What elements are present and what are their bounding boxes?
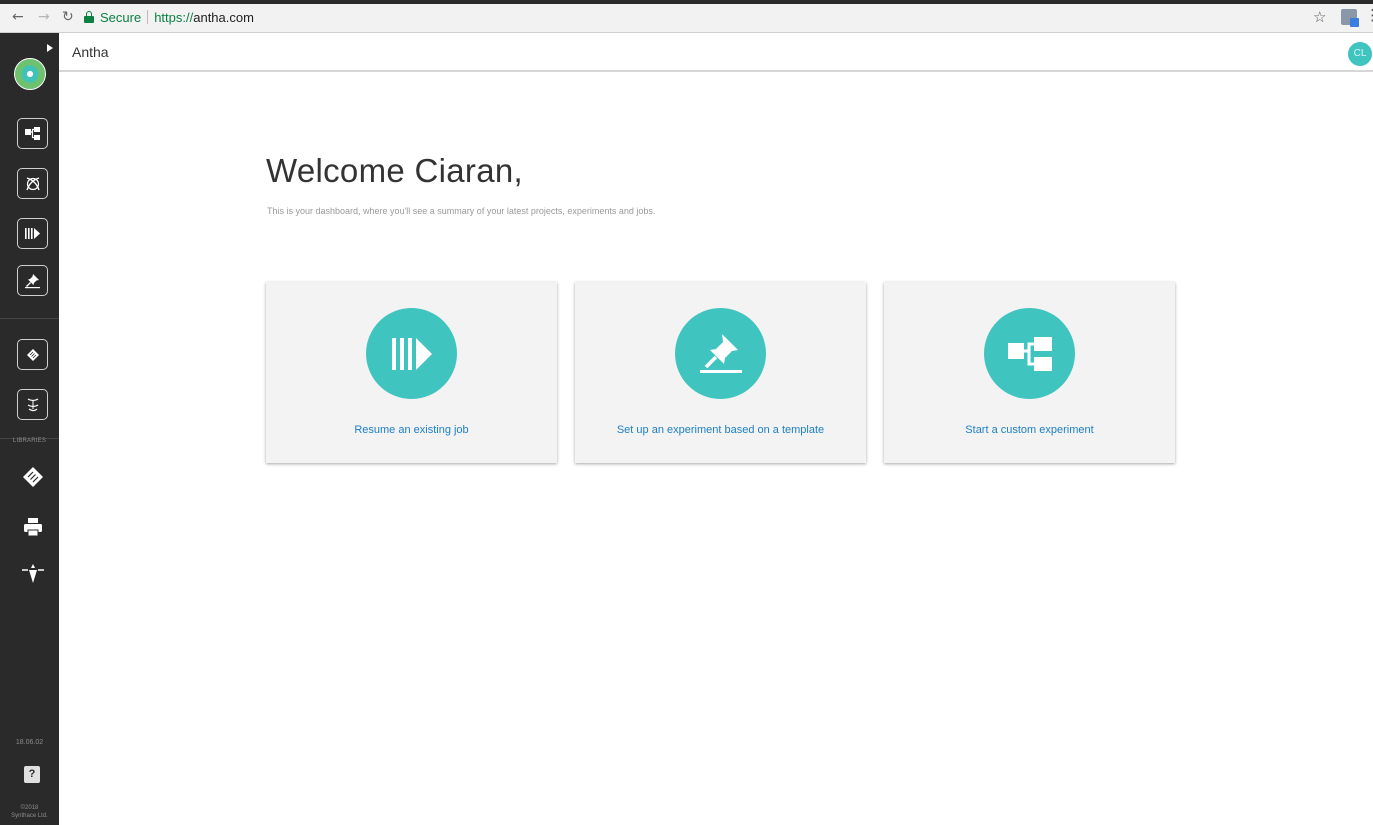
card-icon-circle xyxy=(366,308,457,399)
expand-sidebar-icon[interactable] xyxy=(47,44,53,52)
url-scheme: https:// xyxy=(154,9,194,25)
card-label[interactable]: Resume an existing job xyxy=(266,424,557,436)
plate-library-icon xyxy=(22,466,43,487)
card-icon-circle xyxy=(984,308,1075,399)
copyright: ©2018 Synthace Ltd. xyxy=(0,804,59,820)
card-label[interactable]: Start a custom experiment xyxy=(884,424,1175,436)
welcome-heading: Welcome Ciaran, xyxy=(266,152,523,189)
sidebar-divider xyxy=(0,318,59,319)
sidebar-item-templates[interactable] xyxy=(17,265,48,296)
sidebar-item-plates[interactable] xyxy=(17,339,48,370)
plate-icon xyxy=(26,348,39,361)
browser-menu-icon[interactable]: ⋮ xyxy=(1365,8,1373,23)
pipette-library-icon xyxy=(21,563,44,583)
job-icon xyxy=(25,228,40,239)
lock-icon xyxy=(83,10,95,24)
workflow-icon xyxy=(25,127,40,140)
reload-icon[interactable]: ↻ xyxy=(62,9,74,25)
libraries-section-label: LIBRARIES xyxy=(12,438,47,444)
sidebar-item-plate-library[interactable] xyxy=(17,461,48,492)
user-avatar[interactable]: CL xyxy=(1348,42,1372,66)
omnibox-separator xyxy=(147,10,149,24)
window-top-strip xyxy=(0,0,1373,4)
liquid-icon xyxy=(27,397,38,411)
job-icon xyxy=(391,337,432,370)
back-icon[interactable]: ← xyxy=(12,9,24,25)
app-header: Antha CL xyxy=(59,33,1373,72)
extension-icon[interactable] xyxy=(1341,9,1359,27)
sidebar-item-liquids[interactable] xyxy=(17,389,48,420)
dashboard-subtitle: This is your dashboard, where you'll see… xyxy=(267,206,656,216)
app-title: Antha xyxy=(72,44,109,60)
sidebar: LIBRARIES 18.06.02 ? ©2018 Synthace Ltd. xyxy=(0,33,59,825)
url-host: antha.com xyxy=(193,9,254,25)
app-version: 18.06.02 xyxy=(15,739,44,746)
antha-logo[interactable] xyxy=(14,58,46,90)
card-label[interactable]: Set up an experiment based on a template xyxy=(575,424,866,436)
card-icon-circle xyxy=(675,308,766,399)
address-bar[interactable]: Secure https:// antha.com xyxy=(83,8,254,26)
bookmark-star-icon[interactable]: ☆ xyxy=(1313,8,1326,26)
secure-label: Secure xyxy=(100,9,142,25)
copyright-year: ©2018 xyxy=(20,805,39,811)
device-library-icon xyxy=(23,517,42,536)
sidebar-item-pipette-library[interactable] xyxy=(17,558,48,589)
sidebar-item-jobs[interactable] xyxy=(17,218,48,249)
template-pin-icon xyxy=(25,274,40,289)
browser-toolbar: ← → ↻ Secure https:// antha.com ☆ ⋮ xyxy=(0,0,1373,33)
workflow-icon xyxy=(1007,336,1052,371)
sidebar-item-workflows[interactable] xyxy=(17,118,48,149)
template-experiment-card[interactable]: Set up an experiment based on a template xyxy=(575,282,866,463)
custom-experiment-card[interactable]: Start a custom experiment xyxy=(884,282,1175,463)
help-book-icon[interactable]: ? xyxy=(24,766,40,783)
pin-icon xyxy=(699,333,742,373)
forward-icon[interactable]: → xyxy=(38,9,50,25)
resume-job-card[interactable]: Resume an existing job xyxy=(266,282,557,463)
element-icon xyxy=(25,176,40,190)
sidebar-item-device-library[interactable] xyxy=(17,511,48,542)
copyright-company: Synthace Ltd. xyxy=(11,813,48,819)
sidebar-item-elements[interactable] xyxy=(17,168,48,199)
